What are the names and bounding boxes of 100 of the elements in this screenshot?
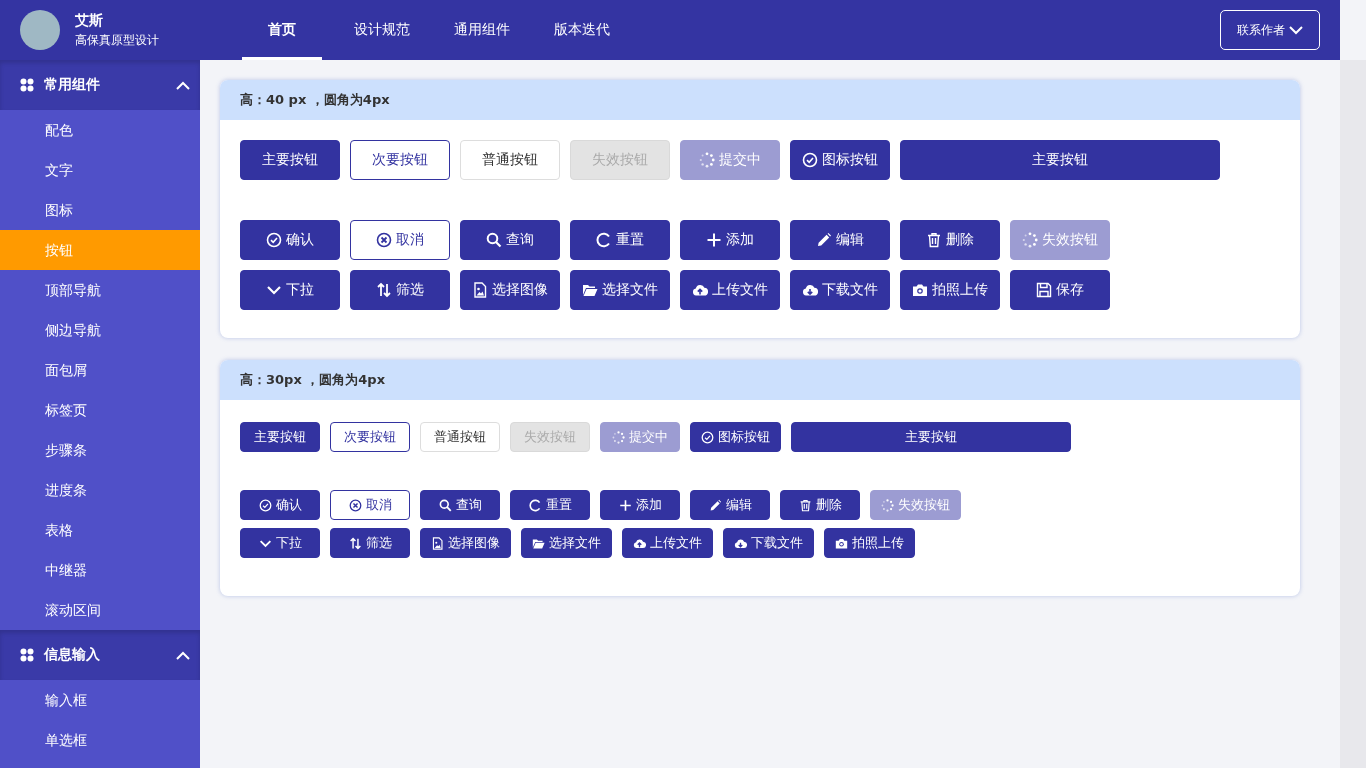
cloud-upload-icon (633, 536, 646, 550)
reset-button[interactable]: 重置 (510, 490, 590, 520)
plain-button[interactable]: 普通按钮 (420, 422, 500, 452)
image-button[interactable]: 选择图像 (460, 270, 560, 310)
secondary-button[interactable]: 次要按钮 (350, 140, 450, 180)
sidebar-group-title: 常用组件 (44, 76, 101, 94)
filter-button[interactable]: 筛选 (350, 270, 450, 310)
search-button[interactable]: 查询 (420, 490, 500, 520)
grid-icon (20, 648, 34, 662)
nav-tab[interactable]: 设计规范 (342, 0, 422, 60)
confirm-button[interactable]: 图标按钮 (790, 140, 890, 180)
primary-button[interactable]: 主要按钮 (240, 140, 340, 180)
download-button[interactable]: 下载文件 (790, 270, 890, 310)
confirm-button[interactable]: 确认 (240, 490, 320, 520)
camera-icon (835, 536, 848, 550)
spinner-icon (881, 498, 894, 512)
cloud-download-icon (802, 282, 818, 298)
card-title: 高：30px ，圆角为4px (240, 371, 386, 389)
search-icon (486, 232, 502, 248)
sort-icon (376, 282, 392, 298)
sidebar-group-header[interactable]: 常用组件 (0, 60, 200, 110)
plus-icon (706, 232, 722, 248)
camera-button[interactable]: 拍照上传 (824, 528, 915, 558)
sidebar-item[interactable]: 标签页 (0, 390, 200, 430)
card-title: 高：40 px ，圆角为4px (240, 91, 390, 109)
chevron-up-icon (176, 650, 190, 660)
confirm-button[interactable]: 确认 (240, 220, 340, 260)
file-button[interactable]: 选择文件 (570, 270, 670, 310)
wide-primary-button[interactable]: 主要按钮 (900, 140, 1220, 180)
sidebar-item[interactable]: 顶部导航 (0, 270, 200, 310)
add-button[interactable]: 添加 (600, 490, 680, 520)
check-circle-icon (266, 232, 282, 248)
close-circle-icon (348, 498, 362, 512)
search-icon (438, 498, 452, 512)
spinner-icon (699, 152, 715, 168)
pencil-icon (708, 498, 722, 512)
add-button[interactable]: 添加 (680, 220, 780, 260)
wide-primary-button[interactable]: 主要按钮 (791, 422, 1071, 452)
pencil-icon (816, 232, 832, 248)
edit-button[interactable]: 编辑 (790, 220, 890, 260)
image-icon (431, 536, 444, 550)
sidebar-item[interactable]: 侧边导航 (0, 310, 200, 350)
trash-icon (798, 498, 812, 512)
cancel-button[interactable]: 取消 (350, 220, 450, 260)
image-icon (472, 282, 488, 298)
sidebar-group-title: 信息输入 (44, 646, 101, 664)
save-button[interactable]: 保存 (1010, 270, 1110, 310)
sidebar-group-header[interactable]: 信息输入 (0, 630, 200, 680)
filter-button[interactable]: 筛选 (330, 528, 410, 558)
plus-icon (618, 498, 632, 512)
sidebar-item[interactable]: 图标 (0, 190, 200, 230)
nav-tab[interactable]: 首页 (242, 0, 322, 60)
grid-icon (20, 78, 34, 92)
reset-button[interactable]: 重置 (570, 220, 670, 260)
contact-author-button[interactable]: 联系作者 (1220, 10, 1320, 50)
upload-button[interactable]: 上传文件 (680, 270, 780, 310)
upload-button[interactable]: 上传文件 (622, 528, 713, 558)
search-button[interactable]: 查询 (460, 220, 560, 260)
camera-icon (912, 282, 928, 298)
cloud-upload-icon (692, 282, 708, 298)
dropdown-button[interactable]: 下拉 (240, 528, 320, 558)
sidebar-item[interactable]: 输入框 (0, 680, 200, 720)
trash-icon (926, 232, 942, 248)
nav-tab[interactable]: 版本迭代 (542, 0, 622, 60)
reset-icon (528, 498, 542, 512)
cancel-button[interactable]: 取消 (330, 490, 410, 520)
cloud-download-icon (734, 536, 747, 550)
plain-button[interactable]: 普通按钮 (460, 140, 560, 180)
sidebar-item[interactable]: 文字 (0, 150, 200, 190)
sidebar-item[interactable]: 进度条 (0, 470, 200, 510)
folder-icon (532, 536, 545, 550)
secondary-button[interactable]: 次要按钮 (330, 422, 410, 452)
user-subtitle: 高保真原型设计 (75, 32, 159, 49)
sidebar-item[interactable]: 表格 (0, 510, 200, 550)
close-circle-icon (376, 232, 392, 248)
spinner-icon (612, 430, 625, 444)
edit-button[interactable]: 编辑 (690, 490, 770, 520)
image-button[interactable]: 选择图像 (420, 528, 511, 558)
sidebar-item[interactable]: 单选框 (0, 720, 200, 760)
check-circle-icon (701, 430, 714, 444)
sidebar-item[interactable]: 面包屑 (0, 350, 200, 390)
check-circle-icon (258, 498, 272, 512)
nav-tab[interactable]: 通用组件 (442, 0, 522, 60)
confirm-button[interactable]: 图标按钮 (690, 422, 781, 452)
camera-button[interactable]: 拍照上传 (900, 270, 1000, 310)
sidebar-item[interactable]: 步骤条 (0, 430, 200, 470)
reset-icon (596, 232, 612, 248)
primary-button[interactable]: 主要按钮 (240, 422, 320, 452)
delete-button[interactable]: 删除 (900, 220, 1000, 260)
file-button[interactable]: 选择文件 (521, 528, 612, 558)
spinner-icon (1022, 232, 1038, 248)
sort-icon (348, 536, 362, 550)
dropdown-button[interactable]: 下拉 (240, 270, 340, 310)
sidebar-item[interactable]: 配色 (0, 110, 200, 150)
sidebar-item[interactable]: 滚动区间 (0, 590, 200, 630)
chevron-down-icon (1289, 25, 1303, 35)
sidebar-item[interactable]: 中继器 (0, 550, 200, 590)
download-button[interactable]: 下载文件 (723, 528, 814, 558)
avatar-photo-placeholder (20, 10, 60, 50)
delete-button[interactable]: 删除 (780, 490, 860, 520)
